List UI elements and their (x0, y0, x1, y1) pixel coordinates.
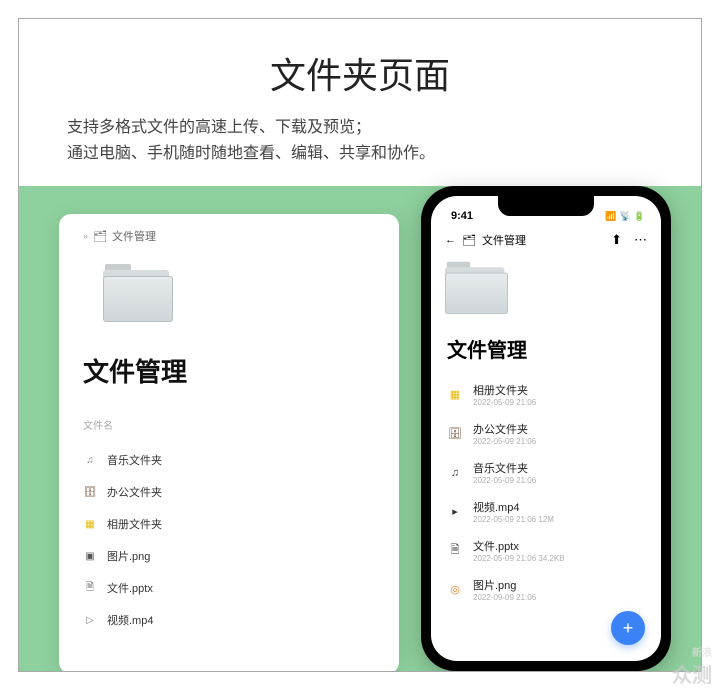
notch (498, 196, 594, 216)
file-name: 相册文件夹 (473, 382, 536, 398)
list-item-office-folder[interactable]: 🗄 办公文件夹 (83, 476, 375, 508)
battery-icon: 🔋 (634, 211, 645, 222)
file-name: 视频.mp4 (107, 612, 153, 628)
watermark: 新浪 众测 (672, 644, 712, 688)
folder-icon: 🗂 (94, 230, 106, 242)
list-item-pptx-file[interactable]: 🗎 文件.pptx (83, 572, 375, 604)
file-meta: 2022-05-09 21:06 12M (473, 515, 554, 524)
album-folder-icon: ▦ (83, 517, 97, 531)
breadcrumb-label: 文件管理 (112, 228, 156, 244)
status-indicators: 📶 📡 🔋 (605, 211, 645, 222)
add-button[interactable]: + (611, 611, 645, 645)
folder-illustration (103, 262, 175, 322)
page-header: 文件夹页面 支持多格式文件的高速上传、下载及预览； 通过电脑、手机随时随地查看、… (19, 19, 701, 186)
phone-device: 9:41 📶 📡 🔋 ← 🗂 文件管理 ⬆ ⋯ (421, 186, 671, 671)
desktop-panel: » 🗂 文件管理 文件管理 文件名 ♫ 音乐文件夹 🗄 办公文件夹 ▦ 相册文件夹 ▣ 图片.… (59, 214, 399, 672)
pptx-file-icon: 🗎 (83, 581, 97, 595)
file-name: 文件.pptx (473, 538, 565, 554)
column-header-filename: 文件名 (83, 417, 375, 432)
list-item-video-file[interactable]: ▸ 视频.mp42022-05-09 21:06 12M (431, 492, 661, 531)
desktop-file-list: ♫ 音乐文件夹 🗄 办公文件夹 ▦ 相册文件夹 ▣ 图片.png 🗎 文件.pptx ▷ 视频.mp4 (83, 444, 375, 636)
breadcrumb[interactable]: » 🗂 文件管理 (83, 228, 375, 244)
image-file-icon: ▣ (83, 549, 97, 563)
list-item-album-folder[interactable]: ▦ 相册文件夹2022-05-09 21:06 (431, 375, 661, 414)
file-name: 图片.png (107, 548, 150, 564)
music-folder-icon: ♫ (83, 453, 97, 467)
file-name: 文件.pptx (107, 580, 153, 596)
file-meta: 2022-05-09 21:06 34.2KB (473, 554, 565, 563)
page-title: 文件夹页面 (67, 47, 653, 99)
signal-icon: 📶 (605, 211, 616, 222)
list-item-pptx-file[interactable]: 🗎 文件.pptx2022-05-09 21:06 34.2KB (431, 531, 661, 570)
video-file-icon: ▸ (447, 504, 463, 520)
folder-illustration (445, 260, 510, 314)
desktop-heading: 文件管理 (83, 352, 375, 389)
list-item-music-folder[interactable]: ♫ 音乐文件夹2022-05-09 21:06 (431, 453, 661, 492)
image-file-icon: ◎ (447, 582, 463, 598)
list-item-video-file[interactable]: ▷ 视频.mp4 (83, 604, 375, 636)
file-name: 图片.png (473, 577, 536, 593)
office-folder-icon: 🗄 (447, 426, 463, 442)
folder-icon: 🗂 (462, 234, 476, 247)
page-subtitle: 支持多格式文件的高速上传、下载及预览； 通过电脑、手机随时随地查看、编辑、共享和… (67, 115, 653, 166)
video-file-icon: ▷ (83, 613, 97, 627)
wifi-icon: 📡 (620, 211, 631, 222)
list-item-image-file[interactable]: ◎ 图片.png2022-09-09 21:06 (431, 570, 661, 609)
share-button[interactable]: ⬆ (611, 232, 622, 248)
breadcrumb-label[interactable]: 文件管理 (482, 232, 526, 248)
file-name: 音乐文件夹 (473, 460, 536, 476)
phone-topbar: ← 🗂 文件管理 ⬆ ⋯ (431, 224, 661, 254)
list-item-music-folder[interactable]: ♫ 音乐文件夹 (83, 444, 375, 476)
status-time: 9:41 (451, 210, 473, 222)
file-name: 音乐文件夹 (107, 452, 162, 468)
chevron-icon: » (83, 231, 88, 241)
stage: » 🗂 文件管理 文件管理 文件名 ♫ 音乐文件夹 🗄 办公文件夹 ▦ 相册文件夹 ▣ 图片.… (19, 186, 701, 672)
phone-screen: 9:41 📶 📡 🔋 ← 🗂 文件管理 ⬆ ⋯ (431, 196, 661, 661)
list-item-office-folder[interactable]: 🗄 办公文件夹2022-05-09 21:06 (431, 414, 661, 453)
list-item-image-file[interactable]: ▣ 图片.png (83, 540, 375, 572)
file-name: 办公文件夹 (473, 421, 536, 437)
pptx-file-icon: 🗎 (447, 543, 463, 559)
file-name: 办公文件夹 (107, 484, 162, 500)
file-meta: 2022-05-09 21:06 (473, 398, 536, 407)
outer-frame: 文件夹页面 支持多格式文件的高速上传、下载及预览； 通过电脑、手机随时随地查看、… (18, 18, 702, 672)
file-name: 视频.mp4 (473, 499, 554, 515)
back-button[interactable]: ← (445, 234, 456, 246)
file-meta: 2022-05-09 21:06 (473, 437, 536, 446)
file-name: 相册文件夹 (107, 516, 162, 532)
music-folder-icon: ♫ (447, 465, 463, 481)
more-button[interactable]: ⋯ (634, 232, 647, 248)
file-meta: 2022-05-09 21:06 (473, 476, 536, 485)
list-item-album-folder[interactable]: ▦ 相册文件夹 (83, 508, 375, 540)
album-folder-icon: ▦ (447, 387, 463, 403)
phone-heading: 文件管理 (431, 334, 661, 363)
file-meta: 2022-09-09 21:06 (473, 593, 536, 602)
office-folder-icon: 🗄 (83, 485, 97, 499)
